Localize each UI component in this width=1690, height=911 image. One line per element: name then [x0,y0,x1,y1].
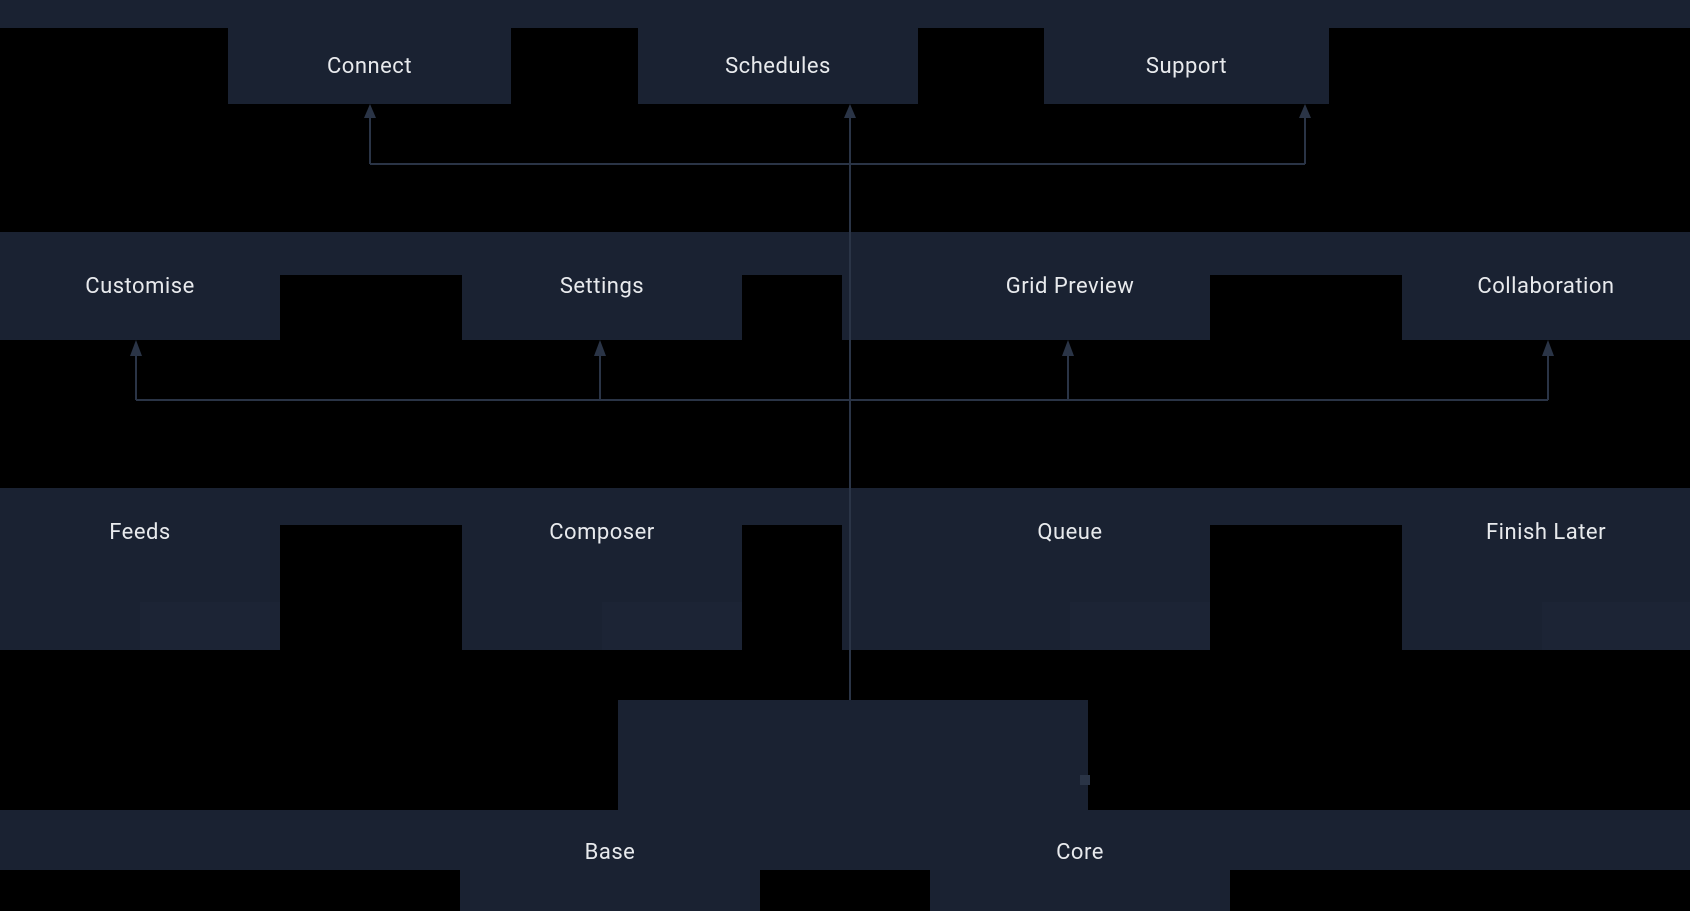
node-label: Queue [1037,520,1102,545]
cutout [0,870,460,911]
node-label: Schedules [725,54,831,79]
cutout [742,275,842,340]
node-label: Finish Later [1486,520,1606,545]
node-label: Core [1056,840,1104,865]
dark-accent [602,602,742,650]
node-label: Support [1146,54,1227,79]
node-feeds: Feeds [0,488,280,596]
top-band [0,0,1690,28]
dark-accent [140,602,280,650]
node-queue: Queue [930,488,1210,596]
cutout [760,870,930,911]
node-settings: Settings [462,232,742,340]
cutout [742,525,842,650]
node-core: Core [930,810,1230,911]
node-customise: Customise [0,232,280,340]
cutout [280,275,462,340]
node-label: Grid Preview [1006,274,1135,299]
node-label: Customise [85,274,195,299]
cutout [1210,275,1402,340]
node-label: Collaboration [1477,274,1614,299]
node-label: Base [585,840,636,865]
node-support: Support [1044,28,1329,104]
node-composer: Composer [462,488,742,596]
node-label: Settings [560,274,644,299]
node-grid-preview: Grid Preview [930,232,1210,340]
cutout [1210,525,1402,650]
node-label: Connect [327,54,412,79]
node-collaboration: Collaboration [1402,232,1690,340]
cutout [1230,870,1690,911]
cutout [280,525,462,650]
small-marker [1080,775,1090,785]
dark-accent [1070,602,1210,650]
node-base: Base [460,810,760,911]
node-schedules: Schedules [638,28,918,104]
dark-accent [1542,602,1690,650]
node-finish-later: Finish Later [1402,488,1690,596]
node-label: Composer [549,520,655,545]
node-connect: Connect [228,28,511,104]
node-label: Feeds [109,520,171,545]
